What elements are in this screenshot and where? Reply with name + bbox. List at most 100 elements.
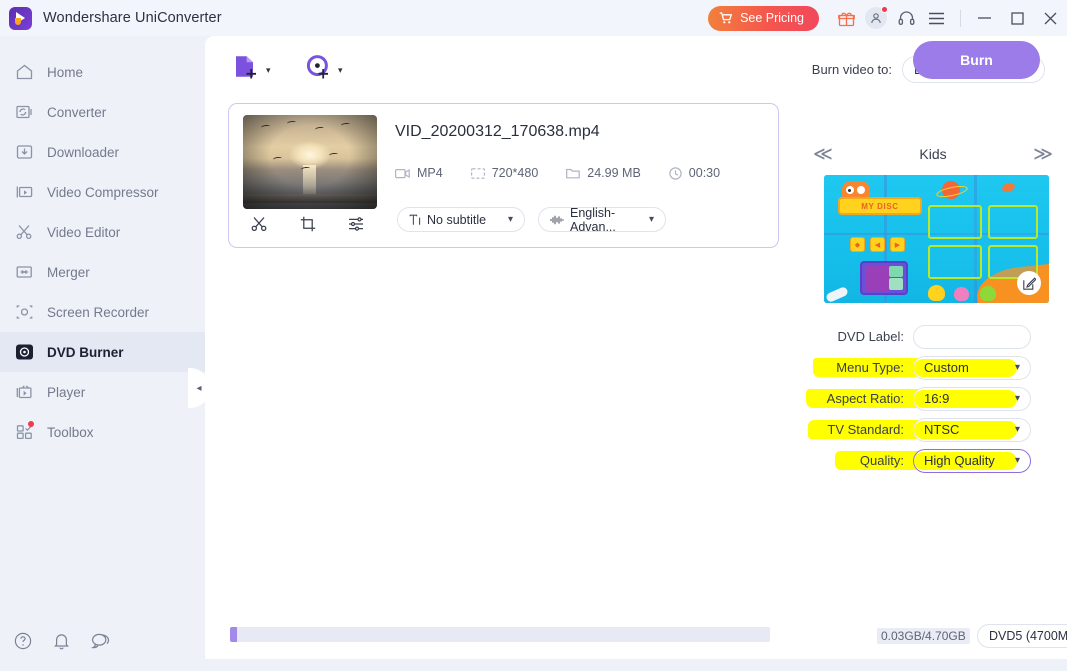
- template-next-track-button: ▶: [890, 237, 905, 252]
- video-format-icon: [395, 168, 410, 179]
- template-character-icon: [954, 287, 969, 301]
- support-headset-icon[interactable]: [891, 0, 921, 36]
- sidebar-item-label: DVD Burner: [47, 344, 124, 360]
- app-logo-icon: [9, 6, 32, 30]
- template-play-button: ◆: [850, 237, 865, 252]
- sidebar-item-video-compressor[interactable]: Video Compressor: [0, 172, 205, 212]
- titlebar-actions: See Pricing: [708, 0, 1067, 36]
- sidebar-item-label: Toolbox: [47, 424, 94, 440]
- burn-target-label: Burn video to:: [811, 62, 892, 77]
- close-button[interactable]: [1034, 0, 1067, 36]
- tv-standard-caption: TV Standard:: [827, 422, 904, 437]
- app-window: Wondershare UniConverter See Pricing Hom…: [0, 0, 1067, 671]
- file-name: VID_20200312_170638.mp4: [395, 123, 600, 140]
- edit-template-button[interactable]: [1017, 271, 1041, 295]
- template-thumb-frame: [988, 205, 1038, 239]
- scissors-icon: [14, 222, 35, 243]
- menu-type-value: Custom: [924, 360, 969, 375]
- notification-bell-icon[interactable]: [53, 632, 70, 655]
- effects-icon[interactable]: [348, 216, 365, 237]
- help-icon[interactable]: [14, 632, 32, 655]
- template-navigator: ≪ Kids ≫: [813, 141, 1053, 167]
- menu-icon[interactable]: [921, 0, 951, 36]
- tv-standard-select[interactable]: NTSC ▾: [913, 417, 1031, 442]
- template-planet-icon: [942, 181, 960, 199]
- add-file-button[interactable]: ▾: [233, 54, 271, 86]
- sidebar-item-converter[interactable]: Converter: [0, 92, 205, 132]
- sidebar-item-label: Merger: [47, 264, 90, 280]
- sidebar-item-home[interactable]: Home: [0, 52, 205, 92]
- meta-resolution-value: 720*480: [491, 166, 539, 180]
- sidebar-item-dvd-burner[interactable]: DVD Burner: [0, 332, 205, 372]
- screen-recorder-icon: [14, 302, 35, 323]
- bottom-bar: 0.03GB/4.70GB DVD5 (4700MB) ▾: [205, 611, 1067, 659]
- template-device-icon: [860, 261, 908, 295]
- burn-button[interactable]: Burn: [913, 41, 1040, 79]
- crop-icon[interactable]: [300, 216, 316, 237]
- aspect-ratio-caption: Aspect Ratio:: [826, 391, 904, 406]
- home-icon: [14, 62, 35, 83]
- capacity-progress-bar: [230, 627, 770, 642]
- sidebar-item-merger[interactable]: Merger: [0, 252, 205, 292]
- file-card[interactable]: VID_20200312_170638.mp4 MP4 720*480 24.9…: [228, 103, 779, 248]
- template-name: Kids: [919, 146, 947, 162]
- audio-waveform-icon: [550, 214, 564, 226]
- sidebar-item-downloader[interactable]: Downloader: [0, 132, 205, 172]
- disc-type-value: DVD5 (4700MB): [989, 629, 1067, 643]
- menu-type-select[interactable]: Custom ▾: [913, 355, 1031, 380]
- chevron-down-icon: ▾: [338, 64, 343, 75]
- file-track-selects: No subtitle ▾ English-Advan... ▾: [397, 205, 666, 234]
- main-panel: ▾ ▾ Burn video to: DVD Fol: [205, 36, 1067, 671]
- dvd-label-input[interactable]: [913, 324, 1031, 349]
- sidebar-item-label: Video Compressor: [47, 184, 159, 200]
- template-playback-buttons: ◆ ◀ ▶: [850, 237, 905, 252]
- content-card: ▾ ▾ Burn video to: DVD Fol: [205, 36, 1067, 659]
- resolution-icon: [470, 167, 485, 179]
- template-prev-button[interactable]: ≪: [813, 143, 833, 166]
- add-dvd-button[interactable]: ▾: [305, 54, 343, 86]
- trim-icon[interactable]: [251, 216, 268, 237]
- audio-track-select[interactable]: English-Advan... ▾: [538, 205, 666, 234]
- template-preview[interactable]: MY DISC ◆ ◀ ▶: [824, 175, 1049, 303]
- gift-icon[interactable]: [831, 0, 861, 36]
- disc-type-select[interactable]: DVD5 (4700MB) ▾: [977, 624, 1067, 648]
- feedback-icon[interactable]: [90, 632, 110, 654]
- sidebar-item-player[interactable]: Player: [0, 372, 205, 412]
- sidebar-bottom-icons: [0, 623, 205, 663]
- audio-track-value: English-Advan...: [570, 205, 616, 234]
- maximize-button[interactable]: [1001, 0, 1034, 36]
- aspect-ratio-select[interactable]: 16:9 ▾: [913, 386, 1031, 411]
- sidebar: Home Converter Downloader Video Compress…: [0, 36, 210, 671]
- see-pricing-button[interactable]: See Pricing: [708, 5, 819, 31]
- subtitle-select[interactable]: No subtitle ▾: [397, 207, 525, 232]
- sidebar-item-label: Player: [47, 384, 86, 400]
- compressor-icon: [14, 182, 35, 203]
- video-thumbnail[interactable]: [243, 115, 377, 209]
- template-next-button[interactable]: ≫: [1033, 143, 1053, 166]
- account-button[interactable]: [861, 0, 891, 36]
- meta-duration: 00:30: [669, 166, 720, 180]
- sidebar-item-toolbox[interactable]: Toolbox: [0, 412, 205, 452]
- sidebar-item-screen-recorder[interactable]: Screen Recorder: [0, 292, 205, 332]
- see-pricing-label: See Pricing: [740, 11, 804, 25]
- menu-type-row: Menu Type: Custom ▾: [805, 352, 1055, 383]
- merger-icon: [14, 262, 35, 283]
- sidebar-item-video-editor[interactable]: Video Editor: [0, 212, 205, 252]
- folder-icon: [566, 168, 581, 179]
- sidebar-item-label: Home: [47, 64, 84, 80]
- capacity-progress-fill: [230, 627, 237, 642]
- minimize-button[interactable]: [968, 0, 1001, 36]
- sidebar-item-label: Downloader: [47, 144, 120, 160]
- meta-format: MP4: [395, 166, 443, 180]
- sidebar-item-label: Video Editor: [47, 224, 121, 240]
- dvd-burner-icon: [14, 342, 35, 363]
- add-dvd-icon: [305, 54, 332, 86]
- dvd-label-row: DVD Label:: [805, 321, 1055, 352]
- meta-size: 24.99 MB: [566, 166, 641, 180]
- chevron-down-icon: ▾: [507, 214, 513, 225]
- capacity-size-text: 0.03GB/4.70GB: [877, 628, 970, 644]
- quality-select[interactable]: High Quality ▾: [913, 448, 1031, 473]
- sidebar-item-label: Screen Recorder: [47, 304, 150, 320]
- template-prev-track-button: ◀: [870, 237, 885, 252]
- template-thumb-frame: [928, 245, 982, 279]
